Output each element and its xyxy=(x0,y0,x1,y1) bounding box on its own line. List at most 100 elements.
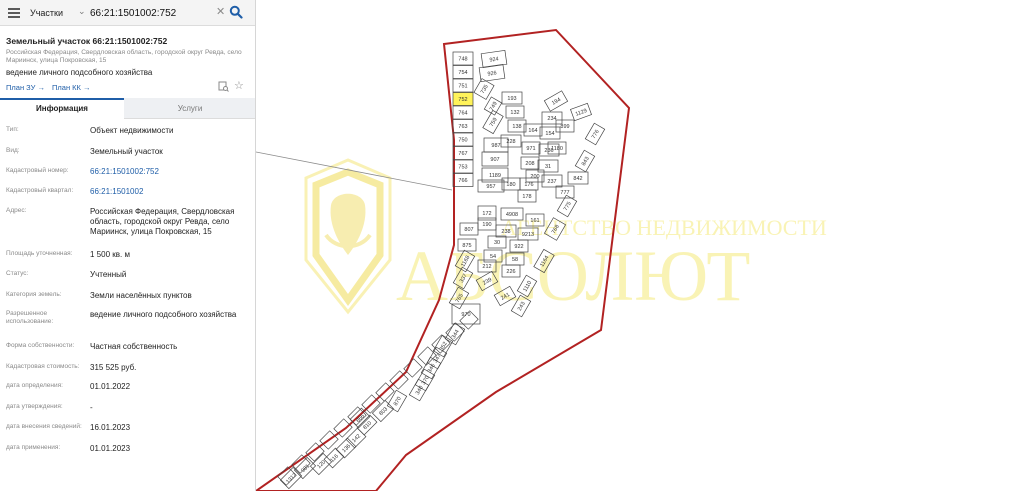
parcel[interactable]: 764 xyxy=(452,105,474,120)
property-label: дата применения: xyxy=(6,444,61,451)
parcel[interactable]: 116 xyxy=(323,447,345,469)
plan-zu-link[interactable]: План ЗУ → xyxy=(6,83,45,92)
parcel-label: 58 xyxy=(512,257,518,263)
parcel[interactable]: 164 xyxy=(523,123,543,137)
parcel[interactable]: 749 xyxy=(483,96,503,116)
parcel[interactable]: 132 xyxy=(505,105,525,119)
parcel-label: 190 xyxy=(482,222,491,228)
print-icon[interactable] xyxy=(218,81,229,92)
parcel[interactable]: 803 xyxy=(371,399,395,423)
parcel-label: 1312 xyxy=(285,472,298,485)
property-label: Площадь уточненная: xyxy=(6,250,73,257)
tab-information[interactable]: Информация xyxy=(0,98,124,119)
parcel[interactable]: 899 xyxy=(555,119,575,133)
parcel-label: 132 xyxy=(510,110,519,116)
property-label: Адрес: xyxy=(6,207,27,214)
parcel[interactable]: 777 xyxy=(555,185,575,199)
parcel[interactable]: 1129 xyxy=(570,102,592,122)
tab-services[interactable]: Услуги xyxy=(124,98,255,119)
parcel[interactable]: 842 xyxy=(567,171,589,185)
parcel[interactable]: 754 xyxy=(452,65,474,79)
parcel[interactable]: 843 xyxy=(574,149,596,173)
parcel[interactable]: 766 xyxy=(452,173,474,187)
parcel-label: 807 xyxy=(464,227,473,233)
parcel[interactable]: 753 xyxy=(452,159,474,174)
parcel[interactable]: 752 xyxy=(452,92,474,106)
property-label: дата определения: xyxy=(6,382,63,389)
parcel[interactable]: 971 xyxy=(521,141,541,155)
parcel-label: 54 xyxy=(490,254,496,260)
parcel[interactable]: 208 xyxy=(520,156,540,170)
chevron-down-icon[interactable]: ⌄ xyxy=(78,6,86,17)
property-label: Тип: xyxy=(6,126,19,133)
property-value: Объект недвижимости xyxy=(90,126,174,135)
property-value: - xyxy=(90,403,93,412)
parcel-label: 228 xyxy=(506,139,515,145)
parcel[interactable]: 234 xyxy=(541,111,563,125)
property-value: Частная собственность xyxy=(90,342,178,351)
parcel[interactable]: 154 xyxy=(539,126,561,140)
parcel[interactable]: 807 xyxy=(459,222,479,236)
parcel[interactable]: 193 xyxy=(501,91,523,105)
parcel[interactable]: 748 xyxy=(452,51,474,66)
property-value: 01.01.2022 xyxy=(90,382,131,391)
parcel-label: 234 xyxy=(547,116,556,122)
parcel[interactable]: 194 xyxy=(543,90,569,112)
parcel-label: 176 xyxy=(524,182,533,188)
property-label: Кадастровая стоимость: xyxy=(6,363,80,370)
parcel-label: 748 xyxy=(458,57,467,63)
parcel-shape[interactable] xyxy=(403,358,423,378)
parcel-label: 9213 xyxy=(522,232,534,238)
hamburger-menu-icon[interactable] xyxy=(8,8,20,18)
property-label: Категория земель: xyxy=(6,291,62,298)
property-label: Разрешенное использование: xyxy=(6,310,54,325)
parcel[interactable]: 178 xyxy=(517,189,537,203)
parcel[interactable]: 138 xyxy=(507,119,527,133)
map-canvas[interactable]: АГЕНТСТВО НЕДВИЖИМОСТИАБСОЛЮТ 7487547517… xyxy=(256,0,1024,491)
parcel-label: 161 xyxy=(530,218,539,224)
parcel-label: 926 xyxy=(487,70,497,77)
parcel[interactable]: 987 xyxy=(483,137,509,153)
parcel-label: 226 xyxy=(506,269,515,275)
property-value: 315 525 руб. xyxy=(90,363,137,372)
property-value: Земельный участок xyxy=(90,147,163,156)
property-value: Земли населённых пунктов xyxy=(90,291,192,300)
favorite-star-icon[interactable]: ☆ xyxy=(234,79,244,92)
plan-kk-link[interactable]: План КК → xyxy=(52,83,91,92)
parcel-label: 735 xyxy=(480,84,490,95)
parcel-label: 767 xyxy=(458,151,467,157)
property-value: 1 500 кв. м xyxy=(90,250,130,259)
parcel-label: 1180 xyxy=(551,146,563,152)
parcel-label: 138 xyxy=(512,124,521,130)
parcel-label: 763 xyxy=(458,124,467,130)
parcel[interactable]: 767 xyxy=(452,146,474,160)
parcel[interactable]: 237 xyxy=(541,174,563,188)
parcel-label: 899 xyxy=(560,124,569,130)
parcel[interactable]: 763 xyxy=(452,119,474,133)
parcel[interactable]: 775 xyxy=(556,194,578,218)
parcel-label: 875 xyxy=(462,243,471,249)
search-input[interactable] xyxy=(90,4,212,22)
parcel[interactable]: 228 xyxy=(500,134,522,148)
property-value-link[interactable]: 66:21:1501002:752 xyxy=(90,167,250,177)
parcel-label: 172 xyxy=(482,211,491,217)
property-value-link[interactable]: 66:21:1501002 xyxy=(90,187,250,197)
parcel[interactable]: 751 xyxy=(452,78,474,93)
parcel[interactable]: 870 xyxy=(386,389,408,413)
clear-icon[interactable]: ✕ xyxy=(216,5,225,18)
parcel-label: 752 xyxy=(458,97,467,103)
parcel[interactable]: 750 xyxy=(452,132,474,147)
parcel-label: 154 xyxy=(545,131,554,137)
parcel-label: 237 xyxy=(547,179,556,185)
parcel[interactable]: 907 xyxy=(481,151,509,167)
parcel-label: 751 xyxy=(458,84,467,90)
parcel[interactable]: 180 xyxy=(501,177,521,191)
parcel-label: 178 xyxy=(522,194,531,200)
search-icon[interactable] xyxy=(229,5,243,19)
cadastral-map[interactable]: АГЕНТСТВО НЕДВИЖИМОСТИ АБСОЛЮТ 748 754 751 7… xyxy=(256,0,1024,491)
parcel[interactable] xyxy=(403,358,423,378)
parcel[interactable]: 735 xyxy=(473,78,495,100)
parcel-label: 764 xyxy=(458,111,467,117)
property-label: Кадастровый квартал: xyxy=(6,187,74,194)
parcel[interactable]: 776 xyxy=(584,122,606,146)
